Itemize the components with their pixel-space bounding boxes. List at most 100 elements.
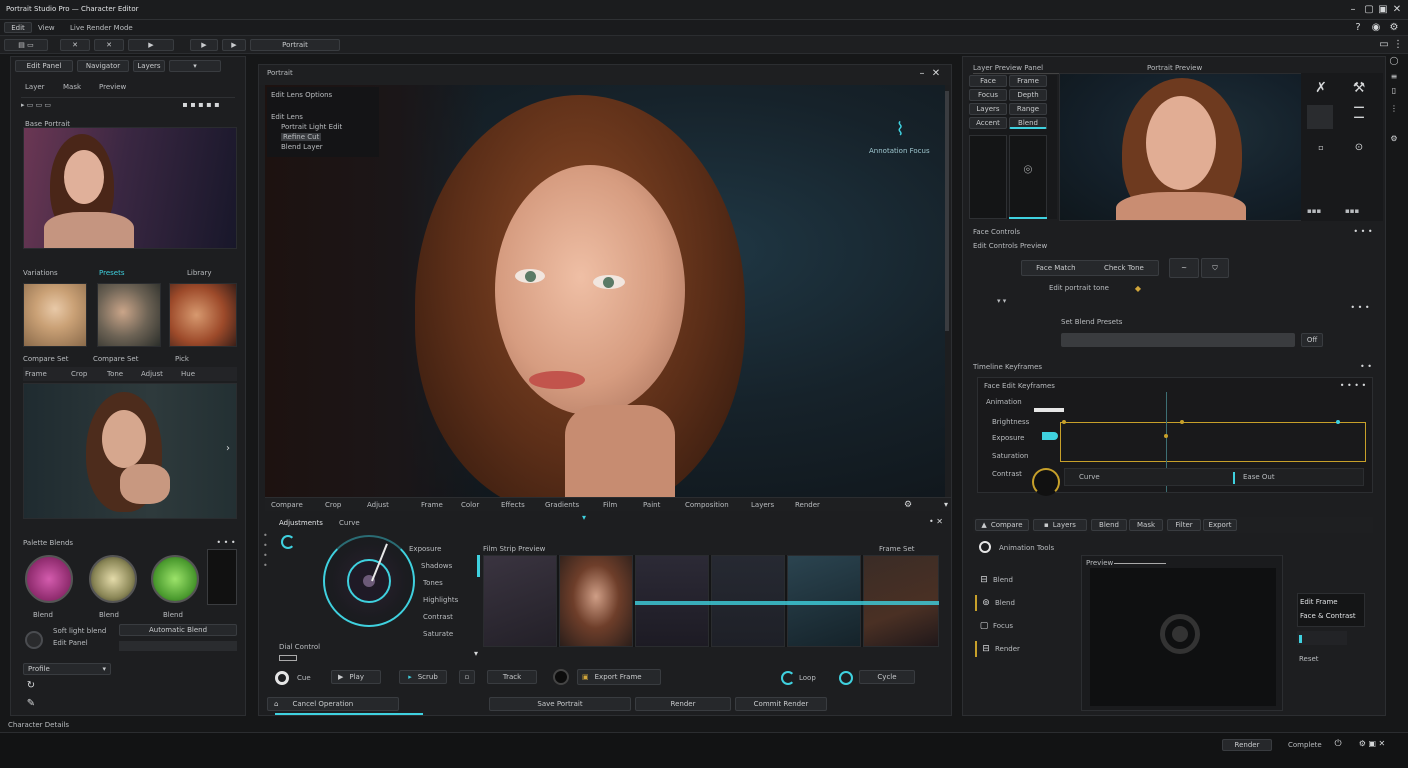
bottom-tab-9[interactable]: Paint	[643, 501, 660, 509]
list-item-blend[interactable]: Blend	[1009, 117, 1047, 129]
bottom-tab-8[interactable]: Film	[603, 501, 617, 509]
user-icon[interactable]: ◉	[1370, 23, 1382, 33]
mini-tab-blend[interactable]: Blend	[1091, 519, 1127, 531]
animation-tools-icon[interactable]	[979, 541, 991, 553]
bottom-tab-10[interactable]: Composition	[685, 501, 729, 509]
transport-cycle[interactable]: Cycle	[859, 670, 915, 684]
strip-vertical-icon[interactable]: ⋮	[1388, 104, 1400, 114]
timeline-row-5[interactable]: Contrast	[992, 470, 1022, 478]
tab-edit-panel[interactable]: Edit Panel	[15, 60, 73, 72]
transport-export[interactable]: ▣ Export Frame	[577, 669, 661, 685]
collapse-arrow-icon[interactable]: ▾	[579, 513, 589, 523]
panel-toggle-icon[interactable]: ▭	[1378, 40, 1390, 50]
toolbar-forward-button[interactable]: ▶	[222, 39, 246, 51]
filter-preview[interactable]: Preview	[99, 83, 126, 91]
close-icon[interactable]: ✕	[1392, 5, 1402, 15]
sort-icon[interactable]: ▪ ▪ ▪ ▪ ▪	[171, 100, 231, 110]
mini-tab-export[interactable]: Export	[1203, 519, 1237, 531]
right-dots-icon[interactable]: • • •	[1349, 303, 1371, 313]
bottom-tab-4[interactable]: Frame	[421, 501, 443, 509]
keyframe-dot-4[interactable]	[1336, 420, 1340, 424]
dial-label-2[interactable]: Shadows	[421, 562, 452, 570]
list-slot-a[interactable]	[969, 135, 1007, 219]
strip-circle-icon[interactable]: ◯	[1388, 56, 1400, 66]
mini-tab-filter[interactable]: Filter	[1167, 519, 1201, 531]
tab-layers[interactable]: Layers	[133, 60, 165, 72]
tool-slot-1[interactable]	[1307, 105, 1333, 129]
loop-icon[interactable]	[781, 671, 795, 685]
settings-icon[interactable]: ⚙	[1388, 23, 1400, 33]
viewport-scrollbar[interactable]	[945, 91, 949, 331]
transport-stop[interactable]: ▫	[459, 670, 475, 684]
transport-track[interactable]: Track	[487, 670, 537, 684]
cue-icon[interactable]	[275, 671, 289, 685]
film-frame-2[interactable]	[559, 555, 633, 647]
viewport-close-icon[interactable]: ✕	[931, 69, 941, 79]
face-match-button[interactable]: Face Match Check Tone	[1021, 260, 1159, 276]
edit-portrait-image[interactable]: ›	[23, 383, 237, 519]
filter-mask[interactable]: Mask	[63, 83, 81, 91]
filmstrip-right[interactable]: Frame Set	[879, 545, 915, 553]
restore-icon[interactable]: ▣	[1378, 5, 1388, 15]
keyframe-dot-3[interactable]	[1164, 434, 1168, 438]
bottom-tab-3[interactable]: Adjust	[367, 501, 389, 509]
annotation-pin-icon[interactable]: ⌇	[893, 121, 907, 139]
commit-render-button[interactable]: Commit Render	[735, 697, 827, 711]
bottom-tab-7[interactable]: Gradients	[545, 501, 579, 509]
swatch-preview-box[interactable]	[207, 549, 237, 605]
list-item-depth[interactable]: Depth	[1009, 89, 1047, 101]
bottom-tab-12[interactable]: Render	[795, 501, 820, 509]
layer-menu-item-2[interactable]: Portrait Light Edit	[281, 123, 342, 131]
easing-knob[interactable]	[1032, 468, 1060, 496]
keyframe-dot-2[interactable]	[1180, 420, 1184, 424]
more-icon[interactable]: ⋮	[1392, 40, 1404, 50]
no-cursor-icon[interactable]: ✗	[1313, 81, 1329, 95]
mini-tab-compare[interactable]: ▲ Compare	[975, 519, 1029, 531]
chevron-right-icon[interactable]: ›	[222, 444, 234, 454]
record-icon[interactable]	[25, 631, 43, 649]
list-item-frame[interactable]: Frame	[1009, 75, 1047, 87]
strip-doc-icon[interactable]: ▯	[1388, 86, 1400, 96]
focus-target-icon[interactable]: ⌾	[1019, 163, 1037, 177]
profile-select[interactable]: Profile ▾	[23, 663, 111, 675]
dial-label-5[interactable]: Contrast	[423, 613, 453, 621]
filmstrip[interactable]	[483, 555, 939, 647]
warning-icon[interactable]: ◆	[1133, 284, 1143, 294]
film-frame-1[interactable]	[483, 555, 557, 647]
status-power-icon[interactable]: ⏻	[1332, 739, 1344, 749]
record-button[interactable]	[553, 669, 569, 685]
anim-item-3[interactable]: ▢ Focus	[975, 619, 1029, 633]
info-slider[interactable]	[1297, 631, 1347, 645]
animation-preview[interactable]: Preview	[1081, 555, 1283, 711]
anim-item-1[interactable]: ⊟ Blend	[975, 573, 1021, 587]
mini-tab-layers[interactable]: ▪ Layers	[1033, 519, 1087, 531]
edit-tab-hue[interactable]: Hue	[181, 370, 195, 378]
compare-set-2[interactable]: Compare Set	[93, 355, 138, 363]
list-item-range[interactable]: Range	[1009, 103, 1047, 115]
chevron-down-icon-strip[interactable]: ▾	[941, 500, 951, 510]
file-tab[interactable]: Portrait	[250, 39, 340, 51]
save-portrait-button[interactable]: Save Portrait	[489, 697, 631, 711]
anim-item-4[interactable]: ⊟ Render	[975, 641, 1021, 657]
menu-edit[interactable]: Edit	[4, 22, 32, 33]
render-button[interactable]: Render	[635, 697, 731, 711]
cancel-operation-button[interactable]: ⌂ Cancel Operation	[267, 697, 399, 711]
status-settings-icon[interactable]: ⚙ ▣ ✕	[1352, 739, 1392, 749]
library-label[interactable]: Library	[187, 269, 211, 277]
keyframe-curve-box[interactable]	[1060, 422, 1366, 462]
keyframe-dot-1[interactable]	[1062, 420, 1066, 424]
bottom-tab-1[interactable]: Compare	[271, 501, 303, 509]
variation-thumb-2[interactable]	[97, 283, 161, 347]
maximize-icon[interactable]: ▢	[1364, 5, 1374, 15]
controls-more-icon[interactable]: • • •	[1353, 227, 1373, 237]
list-item-accent[interactable]: Accent	[969, 117, 1007, 129]
blend-slider[interactable]	[119, 641, 237, 651]
list-item-focus[interactable]: Focus	[969, 89, 1007, 101]
menu-view[interactable]: View	[38, 24, 55, 32]
edit-tab-crop[interactable]: Crop	[71, 370, 87, 378]
tool-circle-icon[interactable]: ⊙	[1351, 143, 1367, 153]
refresh-icon[interactable]: ↻	[25, 681, 37, 691]
transport-play[interactable]: ▶ Play	[331, 670, 381, 684]
gold-blend-swatch[interactable]	[89, 555, 137, 603]
slider-value[interactable]: Off	[1301, 333, 1323, 347]
